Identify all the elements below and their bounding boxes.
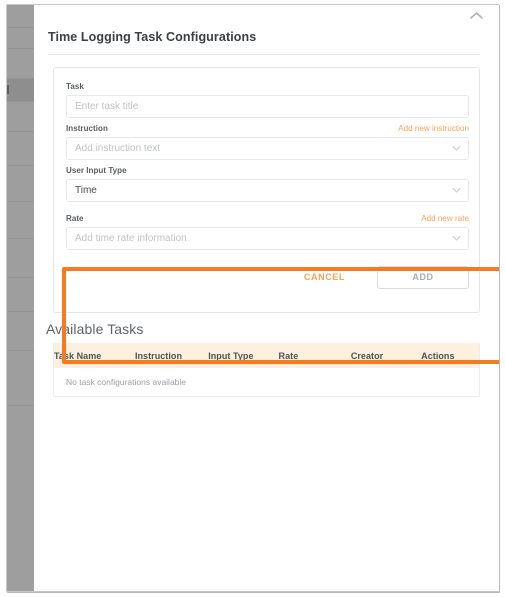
chevron-down-icon [452, 233, 461, 244]
table-column-creator: Creator [350, 350, 384, 361]
add-new-instruction-link[interactable]: Add new instruction [398, 124, 469, 133]
rate-label: Rate [66, 214, 84, 223]
table-column-actions: Actions [421, 350, 455, 361]
field-instruction: Instruction Add new instruction Add inst… [66, 124, 469, 160]
table-empty-message: No task configurations available [66, 377, 187, 387]
add-new-rate-link[interactable]: Add new rate [421, 214, 469, 223]
screen-root: Time Logging Task Configurations Task En… [0, 0, 505, 597]
user-input-type-select[interactable]: Time [66, 179, 469, 202]
field-task: Task Enter task title [66, 82, 469, 118]
page-title: Time Logging Task Configurations [48, 30, 257, 44]
add-button[interactable]: ADD [377, 265, 469, 289]
rate-select-placeholder: Add time rate information [75, 233, 187, 244]
table-column-instruction: Instruction [134, 350, 183, 361]
available-tasks-title: Available Tasks [46, 321, 144, 337]
table-column-rate: Rate [278, 350, 299, 361]
task-form: Task Enter task title Instruction Add ne… [53, 67, 499, 364]
cancel-button[interactable]: CANCEL [294, 266, 355, 288]
table-column-task-name: Task Name [54, 350, 102, 361]
close-icon[interactable] [466, 6, 486, 24]
background-sidebar [7, 5, 34, 591]
table-header-row: Task Name Instruction Input Type Rate Cr… [54, 343, 479, 368]
field-user-input-type: User Input Type Time [66, 166, 469, 202]
form-actions: CANCEL ADD [66, 264, 469, 290]
task-configuration-modal: Time Logging Task Configurations Task En… [34, 5, 499, 591]
user-input-type-label: User Input Type [66, 166, 127, 175]
table-empty-row: No task configurations available [54, 368, 479, 396]
task-label: Task [66, 82, 84, 91]
instruction-select[interactable]: Add instruction text [66, 137, 469, 160]
title-divider [48, 54, 480, 55]
user-input-type-value: Time [75, 185, 97, 196]
chevron-down-icon [452, 143, 461, 154]
instruction-select-placeholder: Add instruction text [75, 143, 161, 154]
chevron-down-icon [452, 185, 461, 196]
available-tasks-table: Task Name Instruction Input Type Rate Cr… [53, 343, 480, 397]
table-column-input-type: Input Type [208, 350, 254, 361]
field-rate: Rate Add new rate Add time rate informat… [66, 214, 469, 250]
task-input-placeholder: Enter task title [75, 101, 139, 112]
content-panel: Time Logging Task Configurations Task En… [34, 5, 499, 591]
task-input[interactable]: Enter task title [66, 95, 469, 118]
rate-select[interactable]: Add time rate information [66, 227, 469, 250]
